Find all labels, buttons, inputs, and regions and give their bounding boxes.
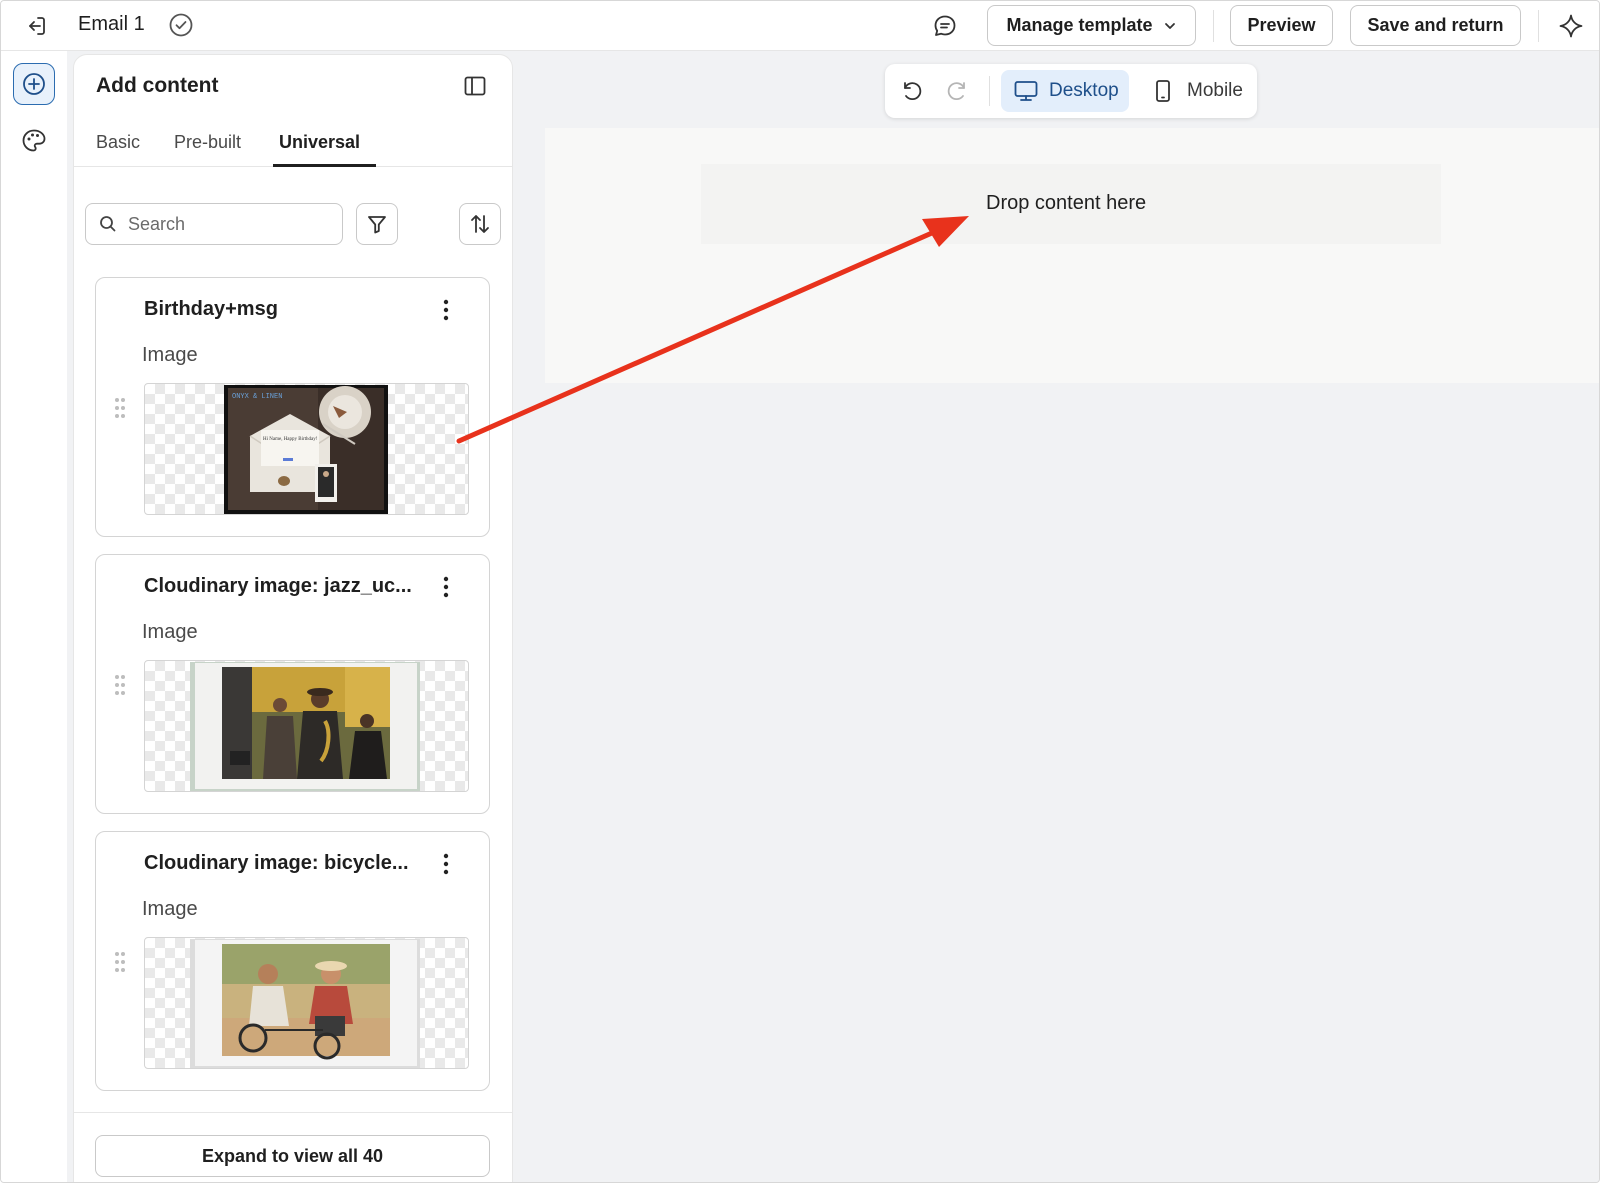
card-thumbnail (144, 660, 469, 792)
panel-toggle-icon[interactable] (462, 73, 488, 99)
card-thumbnail (144, 937, 469, 1069)
card-menu-button[interactable] (434, 850, 458, 878)
card-title: Cloudinary image: jazz_uc... (144, 575, 412, 597)
content-block-card[interactable]: Cloudinary image: bicycle... Image (95, 831, 490, 1091)
tab-basic[interactable]: Basic (96, 132, 140, 153)
check-circle-icon (169, 13, 193, 37)
ai-assistant-button[interactable] (1555, 11, 1587, 41)
toolbar-divider (1538, 10, 1539, 42)
manage-template-button[interactable]: Manage template (987, 5, 1196, 46)
sparkle-icon (1559, 14, 1583, 38)
search-field[interactable] (85, 203, 343, 245)
comments-button[interactable] (929, 11, 961, 41)
mobile-icon (1156, 80, 1170, 102)
sort-icon (471, 215, 489, 233)
redo-icon (947, 82, 965, 101)
add-content-panel: Add content Basic Pre-built Universal Se… (73, 54, 513, 1182)
card-title: Cloudinary image: bicycle... (144, 852, 409, 874)
drag-handle-icon[interactable] (112, 673, 128, 697)
more-vertical-icon (443, 853, 449, 875)
card-type-label: Image (142, 898, 198, 920)
content-block-card[interactable]: Cloudinary image: jazz_uc... Image (95, 554, 490, 814)
preview-button[interactable]: Preview (1230, 5, 1333, 46)
card-menu-button[interactable] (434, 573, 458, 601)
bicycle-image (190, 939, 420, 1068)
tab-pre-built[interactable]: Pre-built (174, 132, 241, 153)
more-vertical-icon (443, 299, 449, 321)
manage-template-label: Manage template (1006, 15, 1153, 35)
app-window: Email 1 Manage template Preview Save and… (0, 0, 1600, 1183)
add-content-rail-button[interactable] (13, 63, 55, 105)
exit-icon (29, 17, 45, 35)
birthday-thumb-brand: ONYX & LINEN (232, 393, 282, 401)
mobile-view-toggle[interactable]: Mobile (1149, 70, 1249, 112)
email-title: Email 1 (78, 13, 145, 35)
filter-icon (368, 216, 386, 234)
comment-icon (934, 15, 956, 36)
birthday-thumb-greeting: Hi Name, Happy Birthday! (263, 437, 318, 442)
card-menu-button[interactable] (434, 296, 458, 324)
tab-universal[interactable]: Universal (279, 132, 360, 153)
panel-footer-divider (74, 1112, 512, 1113)
search-icon (100, 216, 116, 232)
more-vertical-icon (443, 576, 449, 598)
card-title: Birthday+msg (144, 298, 278, 320)
card-type-label: Image (142, 344, 198, 366)
desktop-view-toggle[interactable]: Desktop (1001, 70, 1129, 112)
save-and-return-button[interactable]: Save and return (1350, 5, 1521, 46)
drag-handle-icon[interactable] (112, 950, 128, 974)
content-block-card[interactable]: Birthday+msg Image Hi Name, Happy Birthd… (95, 277, 490, 537)
toolbar-divider (1213, 10, 1214, 42)
sort-button[interactable] (459, 203, 501, 245)
toolbar-separator (989, 76, 990, 106)
jazz-band-image (190, 662, 420, 791)
desktop-icon (1014, 81, 1038, 101)
add-circle-icon (23, 73, 45, 95)
search-input[interactable] (128, 213, 318, 235)
redo-button[interactable] (942, 76, 972, 106)
view-toolbar: Desktop Mobile (885, 64, 1257, 118)
drag-handle-icon[interactable] (112, 396, 128, 420)
exit-button[interactable] (21, 11, 51, 41)
top-bar: Email 1 Manage template Preview Save and… (1, 1, 1599, 51)
filter-button[interactable] (356, 203, 398, 245)
mobile-view-label: Mobile (1187, 80, 1243, 101)
palette-icon[interactable] (20, 127, 48, 155)
content-tabs: Basic Pre-built Universal (74, 115, 512, 167)
left-rail (1, 51, 67, 1182)
birthday-email-image: Hi Name, Happy Birthday! ONYX & LINEN (224, 385, 388, 514)
chevron-down-icon (1164, 22, 1175, 29)
card-type-label: Image (142, 621, 198, 643)
panel-title: Add content (96, 74, 219, 97)
card-thumbnail: Hi Name, Happy Birthday! ONYX & LINEN (144, 383, 469, 515)
expand-view-all-button[interactable]: Expand to view all 40 (95, 1135, 490, 1177)
undo-icon (904, 82, 922, 101)
undo-button[interactable] (897, 76, 927, 106)
active-tab-indicator (273, 164, 376, 167)
drop-zone-label: Drop content here (986, 192, 1147, 214)
desktop-view-label: Desktop (1049, 80, 1119, 101)
